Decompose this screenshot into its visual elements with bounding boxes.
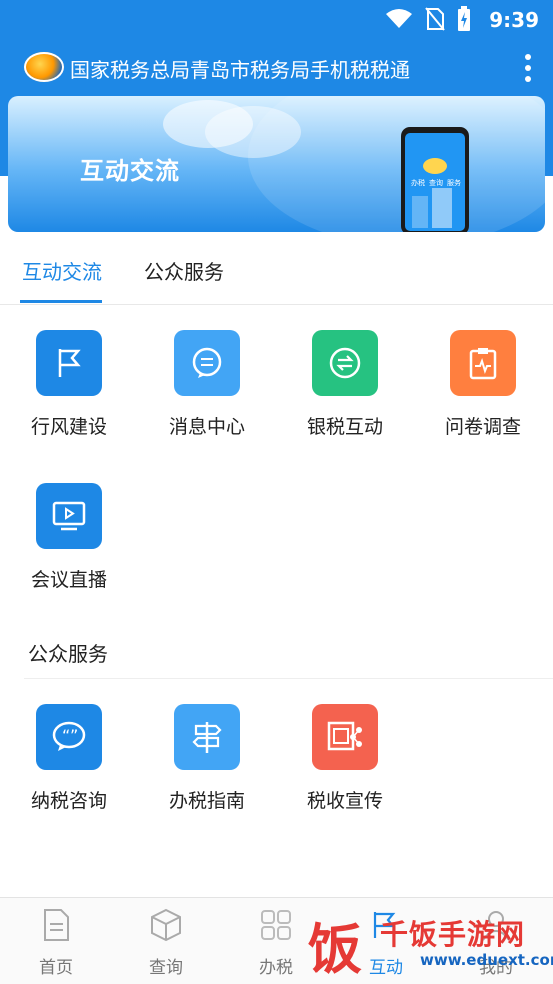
phone-screen-label: 查询 [429, 179, 443, 187]
app-bar: 国家税务总局青岛市税务局手机税税通 [0, 40, 553, 96]
tv-play-icon [36, 483, 102, 549]
status-bar: 9:39 [0, 0, 553, 40]
grid-item-tax-guide[interactable]: 办税指南 [142, 704, 272, 813]
phone-screen-label: 服务 [447, 179, 461, 187]
watermark-url: www.eduext.com [420, 951, 553, 969]
grid-item-survey[interactable]: 问卷调查 [418, 330, 548, 439]
nav-label: 查询 [149, 958, 183, 978]
grid-item-label: 纳税咨询 [30, 790, 107, 812]
grid-item-messages[interactable]: 消息中心 [142, 330, 272, 439]
grid-item-tax-consult[interactable]: “” 纳税咨询 [4, 704, 134, 813]
grid-item-label: 办税指南 [168, 790, 245, 812]
grid-item-label: 消息中心 [168, 416, 245, 438]
banner[interactable]: 互动交流 办税 查询 服务 [8, 96, 545, 232]
clipboard-icon [450, 330, 516, 396]
grid-icon [261, 910, 291, 940]
wifi-icon [386, 9, 412, 28]
status-time: 9:39 [489, 8, 539, 32]
banner-title: 互动交流 [80, 157, 180, 185]
svg-text:”: ” [70, 726, 78, 745]
section-divider [24, 678, 553, 679]
status-icons [385, 6, 471, 32]
document-icon [44, 909, 69, 941]
more-dot-icon [525, 54, 531, 60]
app-logo [24, 52, 64, 82]
message-icon [174, 330, 240, 396]
section-title-public-service: 公众服务 [28, 642, 108, 666]
watermark-text: 千饭手游网 [380, 918, 526, 951]
watermark-logo-char: 饭 [308, 918, 362, 981]
grid-item-label: 行风建设 [30, 416, 107, 438]
phone-screen-labels: 办税 查询 服务 [411, 178, 461, 188]
grid-item-tax-publicity[interactable]: 税收宣传 [280, 704, 410, 813]
app-title: 国家税务总局青岛市税务局手机税税通 [70, 58, 410, 82]
no-sim-icon [425, 7, 445, 31]
more-options-button[interactable] [523, 54, 533, 82]
tab-bar: 互动交流 公众服务 [0, 240, 553, 305]
grid-item-label: 银税互动 [306, 416, 383, 438]
tab-public-service[interactable]: 公众服务 [144, 256, 224, 285]
grid-item-label: 问卷调查 [444, 416, 521, 438]
cube-icon [151, 908, 181, 942]
chat-quote-icon: “” [36, 704, 102, 770]
exchange-icon [312, 330, 378, 396]
share-board-icon [312, 704, 378, 770]
site-watermark: 饭 千饭手游网 www.eduext.com [300, 905, 553, 983]
nav-label: 首页 [39, 958, 73, 978]
more-dot-icon [525, 76, 531, 82]
nav-query[interactable]: 查询 [126, 908, 206, 978]
flag-icon [36, 330, 102, 396]
active-tab-indicator [20, 300, 102, 303]
signpost-icon [174, 704, 240, 770]
more-dot-icon [525, 65, 531, 71]
battery-charging-icon [458, 6, 470, 31]
grid-item-live-meeting[interactable]: 会议直播 [4, 483, 134, 592]
phone-screen-label: 办税 [411, 179, 425, 187]
nav-home[interactable]: 首页 [16, 908, 96, 978]
grid-item-label: 税收宣传 [306, 790, 383, 812]
grid-item-conduct[interactable]: 行风建设 [4, 330, 134, 439]
grid-item-label: 会议直播 [30, 569, 107, 591]
grid-item-bank-tax[interactable]: 银税互动 [280, 330, 410, 439]
tab-interaction[interactable]: 互动交流 [22, 256, 102, 285]
